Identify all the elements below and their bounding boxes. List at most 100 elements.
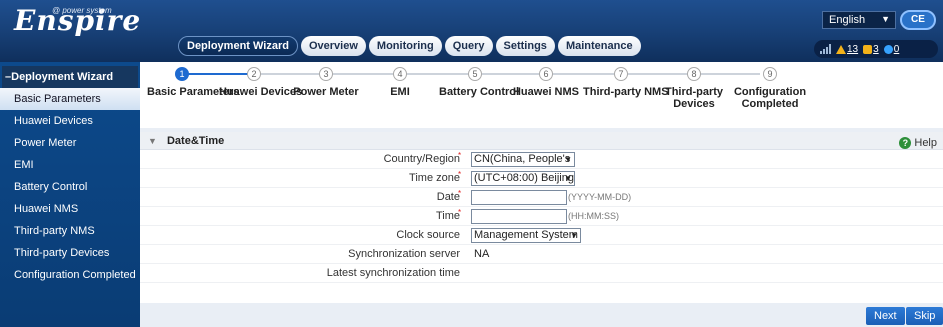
sidebar-item-third-party-nms[interactable]: Third-party NMS xyxy=(0,220,140,242)
form-row-date: Date * (YYYY-MM-DD) xyxy=(140,188,943,207)
wizard-step-5[interactable]: 5 Battery Control xyxy=(439,67,520,98)
step-label: Configuration Completed xyxy=(733,86,807,110)
collapse-triangle-icon: ▼ xyxy=(148,136,157,146)
step-label: Third-party NMS xyxy=(583,86,669,98)
sidebar-item-configuration-completed[interactable]: Configuration Completed xyxy=(0,264,140,286)
language-value: English xyxy=(829,14,866,26)
tab-settings[interactable]: Settings xyxy=(495,36,555,56)
step-label: Basic Parameters xyxy=(147,86,240,98)
date-label: Date xyxy=(436,191,460,203)
step-number: 6 xyxy=(539,67,553,81)
wizard-step-7[interactable]: 7 Third-party NMS xyxy=(583,67,669,98)
step-number: 4 xyxy=(393,67,407,81)
required-marker: * xyxy=(458,208,462,217)
timezone-value: (UTC+08:00) Beijing xyxy=(474,172,574,184)
signal-icon xyxy=(820,44,831,54)
sidebar-item-basic-parameters[interactable]: Basic Parameters xyxy=(0,88,146,110)
language-select[interactable]: English ▼ xyxy=(822,11,896,29)
sidebar-item-huawei-devices[interactable]: Huawei Devices xyxy=(0,110,140,132)
clock-source-select[interactable]: Management System ▼ xyxy=(471,228,581,243)
step-number: 7 xyxy=(614,67,628,81)
wizard-step-6[interactable]: 6 Huawei NMS xyxy=(511,67,581,98)
required-marker: * xyxy=(458,151,462,160)
step-label: Power Meter xyxy=(293,86,359,98)
major-alarm[interactable]: 3 xyxy=(863,44,879,55)
form-row-clock-source: Clock source Management System ▼ xyxy=(140,226,943,245)
wizard-step-8[interactable]: 8 Third-party Devices xyxy=(663,67,725,110)
country-label: Country/Region xyxy=(383,153,460,165)
wizard-steps: 1 Basic Parameters 2 Huawei Devices 3 Po… xyxy=(140,62,943,128)
step-label: Third-party Devices xyxy=(664,86,724,110)
help-icon: ? xyxy=(899,137,912,149)
time-input[interactable] xyxy=(471,209,567,224)
major-alarm-icon xyxy=(863,44,873,54)
chevron-down-icon: ▼ xyxy=(564,174,572,183)
sync-server-value: NA xyxy=(474,248,490,260)
time-format-hint: (HH:MM:SS) xyxy=(568,211,619,221)
date-input[interactable] xyxy=(471,190,567,205)
time-label: Time xyxy=(435,210,460,222)
major-alarm-count: 3 xyxy=(873,43,879,55)
tab-maintenance[interactable]: Maintenance xyxy=(557,36,641,56)
minor-alarm-count: 0 xyxy=(893,43,900,55)
wizard-step-2[interactable]: 2 Huawei Devices xyxy=(219,67,302,98)
tab-deployment-wizard[interactable]: Deployment Wizard xyxy=(178,36,298,56)
sidebar-item-emi[interactable]: EMI xyxy=(0,154,140,176)
critical-alarm[interactable]: 13 xyxy=(836,44,858,55)
sidebar-item-third-party-devices[interactable]: Third-party Devices xyxy=(0,242,140,264)
wizard-step-3[interactable]: 3 Power Meter xyxy=(291,67,361,98)
timezone-select[interactable]: (UTC+08:00) Beijing ▼ xyxy=(471,171,575,186)
skip-button[interactable]: Skip xyxy=(906,307,943,325)
chevron-down-icon: ▼ xyxy=(564,155,572,164)
tab-query[interactable]: Query xyxy=(444,36,493,56)
step-number: 8 xyxy=(687,67,701,81)
sidebar-item-power-meter[interactable]: Power Meter xyxy=(0,132,140,154)
tab-monitoring[interactable]: Monitoring xyxy=(368,36,442,56)
chevron-down-icon: ▼ xyxy=(881,14,890,24)
panel-header[interactable]: ▼ Date&Time ? Help xyxy=(140,132,943,150)
date-time-panel: ▼ Date&Time ? Help Country/Region * CN(C… xyxy=(140,132,943,303)
sidebar-title[interactable]: –Deployment Wizard xyxy=(2,66,138,88)
wizard-step-1[interactable]: 1 Basic Parameters xyxy=(147,67,240,98)
wizard-step-4[interactable]: 4 EMI xyxy=(365,67,435,98)
form-row-latest-sync: Latest synchronization time xyxy=(140,264,943,283)
minor-alarm-icon xyxy=(883,44,893,54)
step-number: 1 xyxy=(175,67,189,81)
step-number: 5 xyxy=(468,67,482,81)
sidebar: –Deployment Wizard Basic Parameters Huaw… xyxy=(0,62,146,327)
main-nav-tabs: Deployment Wizard Overview Monitoring Qu… xyxy=(178,36,641,56)
warning-triangle-icon xyxy=(836,44,846,54)
sync-server-label: Synchronization server xyxy=(348,248,460,260)
timezone-label: Time zone xyxy=(409,172,460,184)
brand-tagline: @ power system xyxy=(52,6,112,15)
alarm-status-bar: 13 3 0 xyxy=(814,40,938,58)
critical-alarm-count: 13 xyxy=(847,43,859,55)
required-marker: * xyxy=(458,170,462,179)
clock-source-value: Management System xyxy=(474,229,578,241)
sidebar-item-battery-control[interactable]: Battery Control xyxy=(0,176,140,198)
step-number: 2 xyxy=(247,67,261,81)
step-label: Huawei NMS xyxy=(512,86,579,98)
latest-sync-label: Latest synchronization time xyxy=(326,267,460,279)
country-select[interactable]: CN(China, People's Rep ▼ xyxy=(471,152,575,167)
step-number: 3 xyxy=(319,67,333,81)
sidebar-item-huawei-nms[interactable]: Huawei NMS xyxy=(0,198,140,220)
next-button[interactable]: Next xyxy=(866,307,905,325)
step-number: 9 xyxy=(763,67,777,81)
panel-title: Date&Time xyxy=(166,135,225,147)
step-label: EMI xyxy=(390,86,410,98)
form-row-time: Time * (HH:MM:SS) xyxy=(140,207,943,226)
main-content: 1 Basic Parameters 2 Huawei Devices 3 Po… xyxy=(140,62,943,327)
form-row-country: Country/Region * CN(China, People's Rep … xyxy=(140,150,943,169)
wizard-step-9[interactable]: 9 Configuration Completed xyxy=(732,67,808,110)
form-row-sync-server: Synchronization server NA xyxy=(140,245,943,264)
clock-source-label: Clock source xyxy=(396,229,460,241)
step-label: Battery Control xyxy=(439,86,520,98)
required-marker: * xyxy=(458,189,462,198)
minor-alarm[interactable]: 0 xyxy=(883,43,900,55)
tab-overview[interactable]: Overview xyxy=(300,36,366,56)
top-header: Enspire @ power system English ▼ CE Depl… xyxy=(0,0,943,62)
date-format-hint: (YYYY-MM-DD) xyxy=(568,192,632,202)
form-row-timezone: Time zone * (UTC+08:00) Beijing ▼ xyxy=(140,169,943,188)
chevron-down-icon: ▼ xyxy=(570,231,578,240)
